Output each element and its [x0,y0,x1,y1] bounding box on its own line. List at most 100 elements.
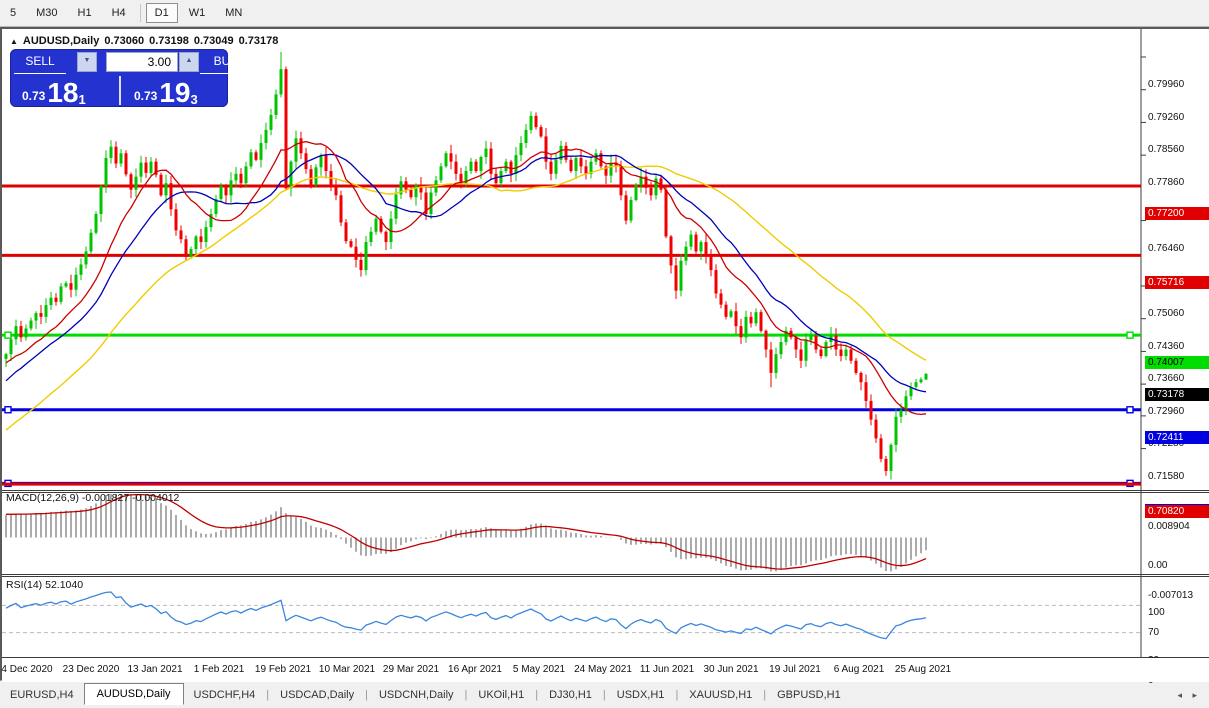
tab-separator: | [266,689,270,701]
date-tick-label: 19 Feb 2021 [254,664,312,675]
candles [4,51,928,480]
chart-tab-xauusd[interactable]: XAUUSD,H1 [679,685,762,705]
horizontal-line-objects[interactable] [2,184,1141,488]
date-tick-label: 11 Jun 2021 [639,664,695,675]
collapse-triangle-icon[interactable]: ▲ [10,37,18,46]
price-tick-label: 0.78560 [1148,144,1185,156]
chart-symbol: AUDUSD,Daily [22,35,100,47]
chart-tab-ukoil[interactable]: UKOil,H1 [468,685,534,705]
date-tick-label: 6 Aug 2021 [833,664,885,675]
sell-price-display[interactable]: 0.73 18 1 [22,74,86,108]
chart-tab-usdx[interactable]: USDX,H1 [607,685,675,705]
timeframe-button-mn[interactable]: MN [216,3,251,23]
date-tick-label: 5 May 2021 [512,664,566,675]
hline-price-badge: 0.74007 [1145,356,1209,370]
price-tick-label: 0.79260 [1148,111,1185,123]
date-tick-label: 16 Apr 2021 [448,664,502,675]
rsi-value: 52.1040 [45,579,84,591]
ohlc-high: 0.73198 [149,35,189,47]
sell-price-prefix: 0.73 [22,89,46,103]
moving-average-line [5,165,927,431]
macd-title: MACD(12,26,9) [6,492,79,504]
price-tick-label: 0.75060 [1148,307,1185,319]
chart-tab-usdcad[interactable]: USDCAD,Daily [270,685,364,705]
sell-button[interactable]: SELL [14,49,66,74]
price-tick-label: 0.73660 [1148,373,1185,385]
chart-window: ▲ AUDUSD,Daily 0.73060 0.73198 0.73049 0.7317… [0,27,1209,686]
chart-title: ▲ AUDUSD,Daily 0.73060 0.73198 0.73049 0.7317… [10,35,278,47]
hline-price-badge: 0.77200 [1145,206,1209,220]
price-divider [119,76,121,105]
hline-price-badge: 0.72411 [1145,430,1209,444]
candlestick-chart [2,29,1209,661]
timeframe-button-d1[interactable]: D1 [145,3,178,23]
sell-price-pip: 1 [78,92,86,107]
buy-price-prefix: 0.73 [134,89,158,103]
timeframe-button-5[interactable]: 5 [1,3,25,23]
macd-axis-label: 0.008904 [1148,520,1190,532]
macd-values: -0.001827 -0.004012 [81,492,180,504]
date-tick-label: 23 Dec 2020 [62,664,120,675]
price-tick-label: 0.71580 [1148,470,1185,482]
volume-decrease-button[interactable]: ▼ [77,51,97,72]
rsi-title: RSI(14) [6,579,43,591]
price-tick-label: 0.76460 [1148,242,1185,254]
macd-axis-label: -0.007013 [1148,590,1194,602]
ohlc-low: 0.73049 [193,35,234,47]
volume-input[interactable]: 3.00 [106,51,178,72]
date-tick-label: 13 Jan 2021 [127,664,183,675]
chart-tab-usdcnh[interactable]: USDCNH,Daily [369,685,464,705]
buy-price-main: 19 [159,77,191,108]
buy-price-pip: 3 [190,92,198,107]
date-tick-label: 10 Mar 2021 [318,664,376,675]
macd-label: MACD(12,26,9) -0.001827 -0.004012 [6,492,179,504]
tab-separator: | [535,689,539,701]
hline-price-badge: 0.75716 [1145,276,1209,290]
moving-average-line [5,153,927,393]
timeframe-button-m30[interactable]: M30 [27,3,66,23]
toolbar-separator [139,4,141,22]
price-tick-label: 0.79960 [1148,79,1185,90]
price-tick-label: 0.77860 [1148,177,1185,189]
date-tick-label: 29 Mar 2021 [382,664,440,675]
chart-tab-gbpusd[interactable]: GBPUSD,H1 [767,685,851,705]
timeframe-button-h1[interactable]: H1 [69,3,101,23]
macd-indicator [5,494,927,572]
chart-tab-dj30[interactable]: DJ30,H1 [539,685,602,705]
tab-separator: | [464,689,468,701]
date-axis: 4 Dec 2020 23 Dec 2020 13 Jan 2021 1 Feb 20… [1,658,1209,682]
tab-separator: | [675,689,679,701]
chart-tab-bar: EURUSD,H4 AUDUSD,Daily USDCHF,H4 | USDCAD,Da… [0,680,1209,708]
date-tick-label: 4 Dec 2020 [1,664,53,675]
chart-tab-eurusd[interactable]: EURUSD,H4 [0,685,84,705]
one-click-trade-panel: SELL ▼ 3.00 ▲ BUY 0.73 18 1 0.73 19 3 [10,49,252,108]
chart-tab-usdchf[interactable]: USDCHF,H4 [184,685,266,705]
rsi-indicator [2,591,1141,640]
tab-separator: | [602,689,606,701]
rsi-axis-label: 100 [1148,607,1165,618]
date-tick-label: 24 May 2021 [574,664,632,675]
tab-separator: | [365,689,368,701]
date-tick-label: 30 Jun 2021 [703,664,759,675]
timeframe-button-h4[interactable]: H4 [103,3,135,23]
tab-scroll-arrows[interactable]: ◂ ▸ [1177,690,1201,701]
chart-tab-audusd[interactable]: AUDUSD,Daily [83,683,184,705]
date-tick-label: 25 Aug 2021 [894,664,952,675]
sell-price-main: 18 [47,77,79,108]
hline-price-badge: 0.70820 [1145,505,1209,519]
tab-separator: | [763,689,767,701]
buy-button[interactable]: BUY [200,49,252,74]
rsi-label: RSI(14) 52.1040 [6,579,83,591]
terminal-window: 5 M30 H1 H4 D1 W1 MN ▲ AUDUSD,Daily 0.73060 0.731… [0,0,1209,708]
rsi-axis-label: 70 [1148,627,1160,639]
price-tick-label: 0.72960 [1148,406,1185,418]
timeframe-toolbar: 5 M30 H1 H4 D1 W1 MN [0,0,1209,27]
volume-increase-button[interactable]: ▲ [179,51,199,72]
timeframe-button-w1[interactable]: W1 [180,3,215,23]
buy-price-display[interactable]: 0.73 19 3 [134,74,198,108]
date-tick-label: 1 Feb 2021 [193,664,245,675]
ohlc-open: 0.73060 [104,35,145,47]
price-tick-label: 0.74360 [1148,340,1185,352]
current-price-badge: 0.73178 [1145,387,1209,401]
date-tick-label: 19 Jul 2021 [769,664,821,675]
